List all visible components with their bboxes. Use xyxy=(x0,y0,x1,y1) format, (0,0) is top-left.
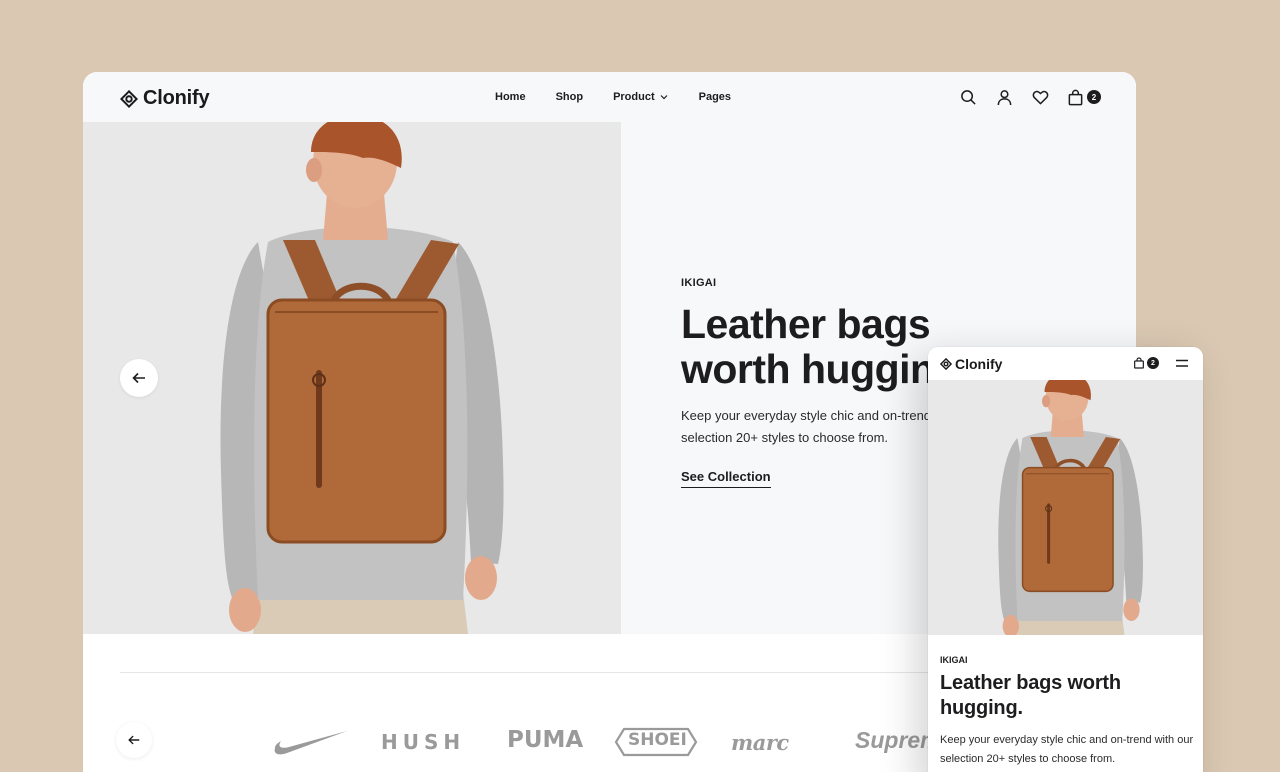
mobile-header: Clonify 2 xyxy=(928,347,1203,380)
bag-icon xyxy=(1134,357,1144,369)
hero-headline-line1: Leather bags xyxy=(681,301,931,347)
account-button[interactable] xyxy=(995,88,1013,106)
main-nav: Home Shop Product Pages xyxy=(495,91,761,103)
user-icon xyxy=(997,89,1011,105)
site-header: Clonify Home Shop Product Pages 2 xyxy=(83,72,1136,122)
see-collection-link[interactable]: See Collection xyxy=(681,469,771,488)
nav-shop-label: Shop xyxy=(555,91,584,103)
heart-icon xyxy=(1032,90,1048,104)
chevron-down-icon xyxy=(660,95,668,100)
site-logo[interactable]: Clonify xyxy=(120,87,210,110)
nav-product[interactable]: Product xyxy=(613,91,669,103)
mobile-logo-text: Clonify xyxy=(955,356,1003,372)
mobile-cart-count-badge: 2 xyxy=(1147,357,1159,369)
backpack-model-illustration xyxy=(928,380,1203,635)
brand-puma-logo[interactable]: PUMA xyxy=(507,727,583,753)
nav-home[interactable]: Home xyxy=(495,91,526,103)
brands-prev-button[interactable] xyxy=(116,722,152,758)
hero-prev-button[interactable] xyxy=(120,359,158,397)
arrow-left-icon xyxy=(132,372,145,384)
search-button[interactable] xyxy=(959,88,977,106)
arrow-left-icon xyxy=(128,735,140,745)
nav-pages-label: Pages xyxy=(698,91,732,103)
mobile-logo[interactable]: Clonify xyxy=(940,356,1002,372)
mobile-hero-eyebrow: IKIGAI xyxy=(940,655,968,665)
hero-image xyxy=(83,122,621,634)
nav-shop[interactable]: Shop xyxy=(556,91,584,103)
wishlist-button[interactable] xyxy=(1031,88,1049,106)
hamburger-menu-icon[interactable] xyxy=(1175,357,1189,369)
search-icon xyxy=(960,89,976,105)
brand-shoei-logo[interactable]: SHOEI xyxy=(614,727,698,757)
nav-home-label: Home xyxy=(495,91,526,103)
nike-swoosh-icon xyxy=(274,731,347,755)
logo-text: Clonify xyxy=(143,87,210,109)
mobile-hero-subcopy: Keep your everyday style chic and on-tre… xyxy=(940,734,1194,765)
mobile-hero-image xyxy=(928,380,1203,635)
brand-marc-logo[interactable]: marc xyxy=(731,730,789,755)
logo-mark-icon xyxy=(120,89,138,108)
hero-headline-line2: worth hugging. xyxy=(681,346,971,392)
brand-nike-logo[interactable] xyxy=(273,728,349,756)
backpack-model-illustration xyxy=(83,122,621,634)
hero-eyebrow: IKIGAI xyxy=(681,277,717,289)
mobile-hero-copy: IKIGAI Leather bags worth hugging. Keep … xyxy=(940,655,1198,769)
bag-icon xyxy=(1068,89,1083,105)
brand-shoei-text: SHOEI xyxy=(628,730,687,750)
brand-hush-logo[interactable]: HUSH xyxy=(381,730,465,754)
cart-button[interactable]: 2 xyxy=(1067,89,1101,106)
brand-puma-text: PUMA xyxy=(507,727,584,753)
nav-product-label: Product xyxy=(613,91,655,103)
header-actions: 2 xyxy=(959,88,1101,106)
nav-pages[interactable]: Pages xyxy=(699,91,731,103)
brand-marc-text: marc xyxy=(731,730,789,755)
mobile-cart-button[interactable]: 2 xyxy=(1133,357,1159,369)
brand-hush-text: HUSH xyxy=(381,730,466,754)
mobile-preview: Clonify 2 IKIGAI Leather bags worth hugg… xyxy=(928,347,1203,772)
cart-count-badge: 2 xyxy=(1087,90,1101,104)
logo-mark-icon xyxy=(940,358,952,370)
mobile-hero-headline: Leather bags worth hugging. xyxy=(940,672,1121,719)
